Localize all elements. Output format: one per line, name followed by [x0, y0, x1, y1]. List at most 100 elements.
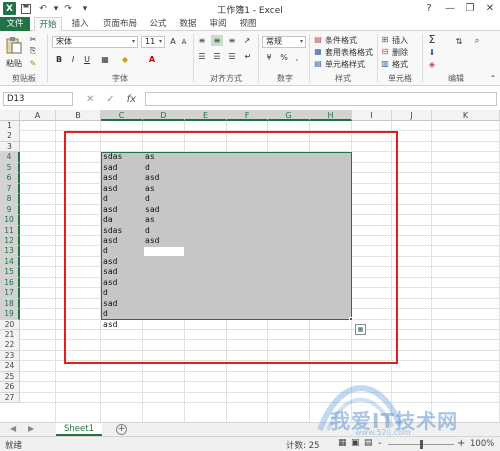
align-middle-icon[interactable]: ≡ — [211, 35, 223, 46]
column-header-f[interactable]: F — [227, 110, 268, 121]
close-button[interactable]: ✕ — [481, 1, 499, 15]
conditional-format-button[interactable]: 条件格式 — [325, 35, 357, 46]
zoom-level[interactable]: 100% — [470, 439, 494, 449]
number-format-combo[interactable]: 常规 ▾ — [262, 36, 306, 48]
minimize-button[interactable]: — — [441, 1, 459, 15]
row-header-27[interactable]: 27 — [0, 392, 20, 404]
row-header-25[interactable]: 25 — [0, 371, 20, 383]
autosum-button[interactable]: Σ — [426, 33, 438, 46]
delete-cells-button[interactable]: 删除 — [392, 47, 408, 58]
italic-button[interactable]: I — [68, 53, 78, 65]
row-header-23[interactable]: 23 — [0, 350, 20, 362]
align-bottom-icon[interactable]: ≡ — [226, 35, 238, 46]
column-header-d[interactable]: D — [143, 110, 185, 121]
column-header-k[interactable]: K — [432, 110, 500, 121]
page-break-view-icon[interactable]: ▤ — [364, 438, 373, 448]
format-table-icon[interactable]: ▦ — [313, 46, 323, 56]
font-color-icon[interactable]: A — [145, 53, 159, 65]
column-header-a[interactable]: A — [20, 110, 56, 121]
format-table-button[interactable]: 套用表格格式 — [325, 47, 373, 58]
column-header-c[interactable]: C — [101, 110, 143, 121]
percent-button[interactable]: % — [279, 52, 289, 63]
bold-button[interactable]: B — [54, 53, 64, 65]
row-header-21[interactable]: 21 — [0, 330, 20, 341]
row-header-18[interactable]: 18 — [0, 298, 20, 310]
column-header-j[interactable]: J — [392, 110, 432, 121]
underline-button[interactable]: U — [82, 53, 92, 65]
prev-sheet-icon[interactable]: ◀ — [10, 424, 16, 433]
sort-filter-icon[interactable]: ⇅ — [452, 34, 466, 48]
row-header-7[interactable]: 7 — [0, 183, 20, 195]
zoom-slider-thumb[interactable] — [420, 440, 423, 449]
wrap-text-icon[interactable]: ↵ — [242, 51, 254, 62]
row-header-26[interactable]: 26 — [0, 382, 20, 393]
row-header-16[interactable]: 16 — [0, 277, 20, 289]
borders-icon[interactable]: ▦ — [98, 53, 112, 65]
cut-icon[interactable]: ✂ — [28, 34, 38, 44]
name-box[interactable]: D13 — [3, 92, 73, 106]
row-header-17[interactable]: 17 — [0, 288, 20, 299]
row-header-11[interactable]: 11 — [0, 225, 20, 236]
comma-button[interactable]: , — [292, 52, 302, 63]
align-center-icon[interactable]: ☰ — [211, 51, 223, 62]
tab-review[interactable]: 审阅 — [206, 17, 230, 31]
orientation-icon[interactable]: ↗ — [240, 35, 254, 46]
row-header-1[interactable]: 1 — [0, 121, 20, 132]
row-header-20[interactable]: 20 — [0, 319, 20, 331]
row-header-5[interactable]: 5 — [0, 162, 20, 174]
row-header-9[interactable]: 9 — [0, 204, 20, 216]
insert-cells-icon[interactable]: ⊞ — [380, 34, 390, 44]
row-header-15[interactable]: 15 — [0, 267, 20, 278]
tab-home[interactable]: 开始 — [34, 17, 62, 31]
tab-data[interactable]: 数据 — [176, 17, 200, 31]
conditional-format-icon[interactable]: ▤ — [313, 34, 323, 44]
insert-cells-button[interactable]: 插入 — [392, 35, 408, 46]
insert-function-button[interactable]: fx — [127, 94, 136, 105]
currency-icon[interactable]: ¥ — [262, 52, 276, 63]
row-header-22[interactable]: 22 — [0, 340, 20, 351]
row-header-3[interactable]: 3 — [0, 141, 20, 153]
row-header-12[interactable]: 12 — [0, 235, 20, 247]
row-header-6[interactable]: 6 — [0, 173, 20, 184]
zoom-out-button[interactable]: - — [378, 438, 382, 449]
paste-icon[interactable] — [4, 34, 24, 56]
cell-styles-icon[interactable]: ▤ — [313, 58, 323, 68]
find-select-icon[interactable]: ⌕ — [470, 34, 484, 48]
increase-font-icon[interactable]: A — [168, 35, 178, 47]
restore-button[interactable]: ❐ — [461, 1, 479, 15]
enter-icon[interactable]: ✓ — [106, 94, 114, 105]
row-header-14[interactable]: 14 — [0, 256, 20, 268]
paste-button[interactable]: 粘贴 — [6, 58, 22, 69]
format-painter-icon[interactable]: ✎ — [28, 58, 38, 68]
clear-icon[interactable]: ◈ — [426, 59, 438, 70]
row-header-13[interactable]: 13 — [0, 246, 20, 257]
collapse-ribbon-icon[interactable]: ⌃ — [488, 73, 498, 83]
decrease-font-icon[interactable]: A — [179, 36, 189, 48]
row-header-2[interactable]: 2 — [0, 131, 20, 142]
row-header-8[interactable]: 8 — [0, 194, 20, 205]
select-all-corner[interactable] — [0, 110, 20, 121]
add-sheet-button[interactable]: + — [116, 424, 127, 435]
zoom-in-button[interactable]: + — [457, 438, 465, 449]
page-layout-view-icon[interactable]: ▣ — [351, 438, 360, 448]
row-header-4[interactable]: 4 — [0, 152, 20, 163]
help-button[interactable]: ? — [420, 1, 438, 15]
copy-icon[interactable]: ⎘ — [28, 46, 38, 56]
align-left-icon[interactable]: ☰ — [196, 51, 208, 62]
column-header-e[interactable]: E — [185, 110, 227, 121]
format-cells-icon[interactable]: ▥ — [380, 58, 390, 68]
tab-page-layout[interactable]: 页面布局 — [100, 17, 140, 31]
format-cells-button[interactable]: 格式 — [392, 59, 408, 70]
tab-formulas[interactable]: 公式 — [146, 17, 170, 31]
next-sheet-icon[interactable]: ▶ — [28, 424, 34, 433]
normal-view-icon[interactable]: ▦ — [338, 438, 347, 448]
cell-styles-button[interactable]: 单元格样式 — [325, 59, 365, 70]
formula-input[interactable] — [145, 92, 497, 106]
fill-icon[interactable]: ⬇ — [426, 47, 438, 58]
font-name-combo[interactable]: 宋体 ▾ — [52, 36, 138, 48]
row-header-19[interactable]: 19 — [0, 309, 20, 320]
row-header-10[interactable]: 10 — [0, 215, 20, 226]
cancel-icon[interactable]: ✕ — [86, 94, 94, 105]
align-top-icon[interactable]: ≡ — [196, 35, 208, 46]
font-size-combo[interactable]: 11 ▾ — [141, 36, 165, 48]
